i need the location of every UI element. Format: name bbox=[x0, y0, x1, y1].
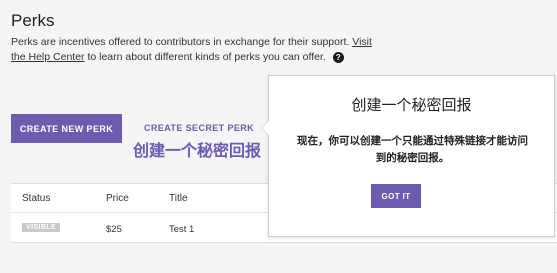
status-badge: VISIBLE bbox=[22, 223, 61, 232]
tooltip-title: 创建一个秘密回报 bbox=[351, 96, 472, 114]
tooltip-arrow bbox=[261, 120, 269, 136]
help-icon[interactable]: ? bbox=[332, 51, 344, 63]
description-text: Perks are incentives offered to contribu… bbox=[11, 36, 350, 48]
row-title: Test 1 bbox=[169, 224, 195, 235]
secret-perk-tooltip: 创建一个秘密回报 现在，你可以创建一个只能通过特殊链接才能访问到的秘密回报。 G… bbox=[261, 75, 555, 237]
row-price: $25 bbox=[106, 224, 122, 235]
create-secret-perk-link[interactable]: CREATE SECRET PERK bbox=[144, 123, 254, 133]
column-title: Title bbox=[169, 193, 188, 204]
create-secret-perk-translation: 创建一个秘密回报 bbox=[133, 141, 262, 160]
tooltip-body: 现在，你可以创建一个只能通过特殊链接才能访问到的秘密回报。 bbox=[297, 135, 528, 164]
create-new-perk-button[interactable]: CREATE NEW PERK bbox=[11, 114, 122, 143]
description-tail: to learn about different kinds of perks … bbox=[84, 51, 326, 63]
column-price: Price bbox=[106, 193, 129, 204]
page-description: Perks are incentives offered to contribu… bbox=[11, 35, 381, 65]
got-it-button[interactable]: GOT IT bbox=[371, 184, 421, 208]
page-title: Perks bbox=[11, 11, 55, 30]
column-status: Status bbox=[22, 193, 51, 204]
